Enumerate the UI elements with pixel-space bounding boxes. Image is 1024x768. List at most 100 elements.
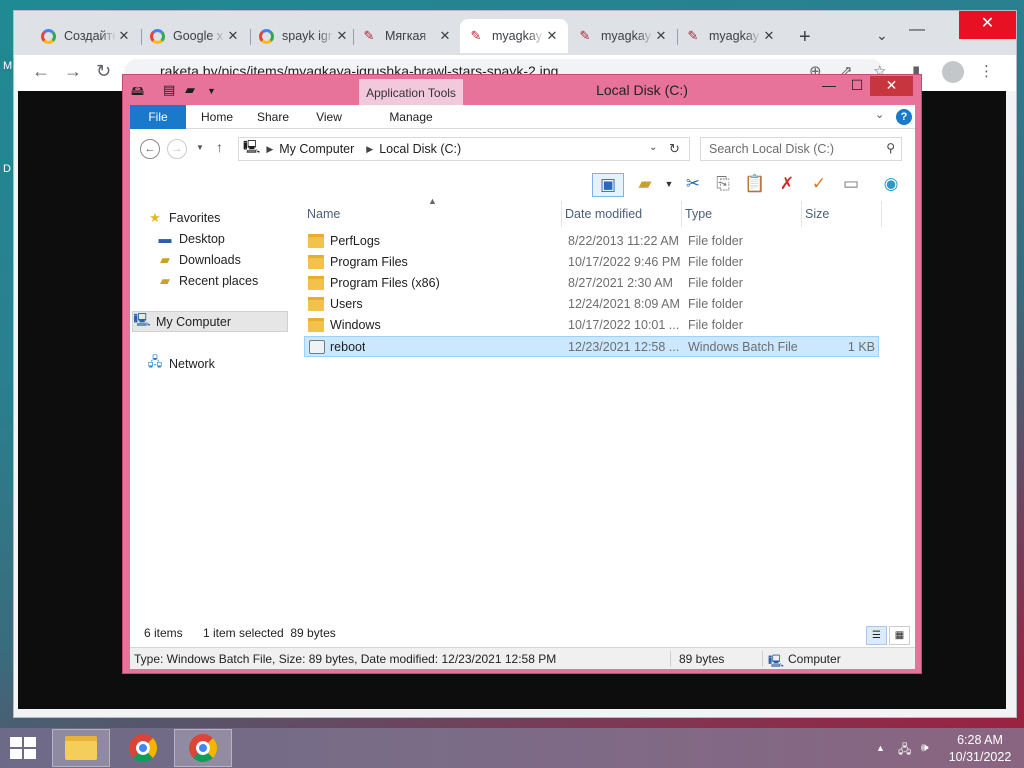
file-row-selected[interactable]: reboot 12/23/2021 12:58 ... Windows Batc… xyxy=(304,336,879,357)
chevron-right-icon[interactable]: ▶ xyxy=(266,144,273,155)
tab-title: myagkay xyxy=(492,29,543,43)
cut-icon[interactable]: ✂ xyxy=(680,173,706,197)
nav-item-network[interactable]: 🖧 Network xyxy=(146,353,304,374)
nav-item-recent-places[interactable]: ▰ Recent places xyxy=(156,270,314,291)
computer-icon: 🖳 xyxy=(133,311,151,327)
close-tab-icon[interactable]: ✕ xyxy=(116,28,132,44)
details-view-icon[interactable]: ☰ xyxy=(866,626,887,645)
help-icon[interactable]: ? xyxy=(896,109,912,125)
up-icon[interactable]: ↑ xyxy=(216,139,223,155)
tab-file[interactable]: File xyxy=(130,105,186,129)
navigation-pane: ★ Favorites ▬ Desktop ▰ Downloads ▰ Rece… xyxy=(130,201,296,621)
browser-tab[interactable]: ✎ Мягкая ✕ xyxy=(353,19,461,53)
column-type[interactable]: Type xyxy=(682,201,802,227)
windows-start-icon[interactable] xyxy=(10,737,38,759)
chrome-icon xyxy=(189,734,217,762)
forward-icon[interactable]: → xyxy=(167,139,187,159)
rename-icon[interactable]: ▭ xyxy=(838,173,864,197)
close-tab-icon[interactable]: ✕ xyxy=(544,28,560,44)
nav-favorites[interactable]: ★ Favorites xyxy=(146,207,304,228)
clock-date[interactable]: 10/31/2022 xyxy=(944,750,1016,764)
nav-item-downloads[interactable]: ▰ Downloads xyxy=(156,249,314,270)
paste-icon[interactable]: 📋 xyxy=(742,173,768,197)
toy-icon: ✎ xyxy=(363,28,375,43)
breadcrumb-my-computer[interactable]: My Computer xyxy=(279,142,354,156)
desktop-icon-label[interactable]: D xyxy=(3,163,11,175)
new-tab-icon[interactable]: + xyxy=(799,26,811,49)
select-folder-icon[interactable]: ▰ xyxy=(632,173,658,197)
column-date-modified[interactable]: Date modified xyxy=(562,201,682,227)
browser-tab-active[interactable]: ✎ myagkay ✕ xyxy=(460,19,568,53)
nav-item-label: Recent places xyxy=(179,273,259,288)
profile-avatar-icon[interactable] xyxy=(942,61,964,83)
file-date: 8/22/2013 11:22 AM xyxy=(568,234,679,248)
tab-search-chevron-icon[interactable]: ⌄ xyxy=(876,27,888,44)
reload-icon[interactable]: ↻ xyxy=(96,61,111,82)
close-tab-icon[interactable]: ✕ xyxy=(225,28,241,44)
browser-tab[interactable]: Google x ✕ xyxy=(141,19,249,53)
browser-tab[interactable]: spayk igr ✕ xyxy=(250,19,358,53)
nav-item-desktop[interactable]: ▬ Desktop xyxy=(156,228,314,249)
refresh-icon[interactable]: ↻ xyxy=(669,141,680,157)
taskbar-chrome-active[interactable] xyxy=(174,729,232,767)
folder-icon xyxy=(308,318,324,332)
chevron-down-icon[interactable]: ⌄ xyxy=(875,108,884,121)
tab-manage[interactable]: Manage xyxy=(362,105,460,129)
nav-item-label: Downloads xyxy=(179,252,241,267)
address-bar[interactable]: 🖳 ▶ My Computer ▶ Local Disk (C:) ⌄ ↻ xyxy=(238,137,690,161)
browser-tab[interactable]: Создайте ✕ xyxy=(32,19,140,53)
address-row: ← → ▼ ↑ 🖳 ▶ My Computer ▶ Local Disk (C:… xyxy=(130,129,915,167)
chevron-down-icon[interactable]: ⌄ xyxy=(649,142,657,153)
volume-icon[interactable]: 🕪 xyxy=(921,740,929,755)
chevron-down-icon[interactable]: ▼ xyxy=(656,173,682,197)
explorer-title-bar[interactable]: 🖴 ▤ ▰ ▼ Application Tools Local Disk (C:… xyxy=(123,75,921,106)
show-hidden-icons-icon[interactable]: ▲ xyxy=(876,743,885,753)
nav-item-my-computer[interactable]: 🖳 My Computer xyxy=(132,311,288,332)
file-row[interactable]: Program Files 10/17/2022 9:46 PM File fo… xyxy=(304,252,879,273)
breadcrumb-local-disk[interactable]: Local Disk (C:) xyxy=(379,142,461,156)
browser-tab[interactable]: ✎ myagkay ✕ xyxy=(677,19,785,53)
copy-icon[interactable]: ⎘ xyxy=(710,173,736,197)
large-icons-view-icon[interactable]: ▦ xyxy=(889,626,910,645)
file-row[interactable]: Program Files (x86) 8/27/2021 2:30 AM Fi… xyxy=(304,273,879,294)
close-window-icon[interactable]: ✕ xyxy=(959,11,1016,39)
desktop-icon-label[interactable]: M xyxy=(3,60,12,72)
tab-share[interactable]: Share xyxy=(248,105,298,129)
file-row[interactable]: PerfLogs 8/22/2013 11:22 AM File folder xyxy=(304,231,879,252)
close-tab-icon[interactable]: ✕ xyxy=(653,28,669,44)
maximize-icon[interactable]: ☐ xyxy=(841,77,873,94)
close-tab-icon[interactable]: ✕ xyxy=(761,28,777,44)
network-tray-icon[interactable]: 🖧 xyxy=(898,740,911,761)
back-icon[interactable]: ← xyxy=(140,139,160,159)
column-size[interactable]: Size xyxy=(802,201,882,227)
network-globe-icon[interactable]: ◉ xyxy=(878,173,904,197)
tab-home[interactable]: Home xyxy=(192,105,242,129)
close-tab-icon[interactable]: ✕ xyxy=(334,28,350,44)
recent-locations-chevron-icon[interactable]: ▼ xyxy=(196,143,204,152)
close-tab-icon[interactable]: ✕ xyxy=(437,28,453,44)
chevron-right-icon[interactable]: ▶ xyxy=(366,144,373,155)
file-name: Program Files (x86) xyxy=(330,276,440,290)
computer-icon: 🖳 xyxy=(768,654,785,668)
command-toolbar: ▣ ▰ ▼ ✂ ⎘ 📋 ✗ ✓ ▭ ◉ xyxy=(130,167,915,199)
back-icon[interactable]: ← xyxy=(32,61,50,82)
file-date: 10/17/2022 10:01 ... xyxy=(568,318,680,332)
downloads-folder-icon: ▰ xyxy=(160,251,170,267)
checkmark-icon[interactable]: ✓ xyxy=(806,173,832,197)
preview-pane-icon[interactable]: ▣ xyxy=(592,173,624,197)
taskbar-file-explorer[interactable] xyxy=(52,729,110,767)
status-details: Type: Windows Batch File, Size: 89 bytes… xyxy=(134,652,557,666)
browser-tab[interactable]: ✎ myagkay ✕ xyxy=(569,19,677,53)
clock-time[interactable]: 6:28 AM xyxy=(950,733,1010,747)
column-name[interactable]: Name xyxy=(304,201,562,227)
taskbar-chrome[interactable] xyxy=(114,729,172,767)
forward-icon[interactable]: → xyxy=(64,61,82,82)
close-window-icon[interactable]: ✕ xyxy=(870,76,913,96)
menu-kebab-icon[interactable]: ⋮ xyxy=(979,62,994,80)
delete-icon[interactable]: ✗ xyxy=(774,173,800,197)
tab-view[interactable]: View xyxy=(304,105,354,129)
search-input[interactable]: Search Local Disk (C:) ⚲ xyxy=(700,137,902,161)
file-row[interactable]: Users 12/24/2021 8:09 AM File folder xyxy=(304,294,879,315)
minimize-icon[interactable]: — xyxy=(909,21,925,39)
file-row[interactable]: Windows 10/17/2022 10:01 ... File folder xyxy=(304,315,879,336)
